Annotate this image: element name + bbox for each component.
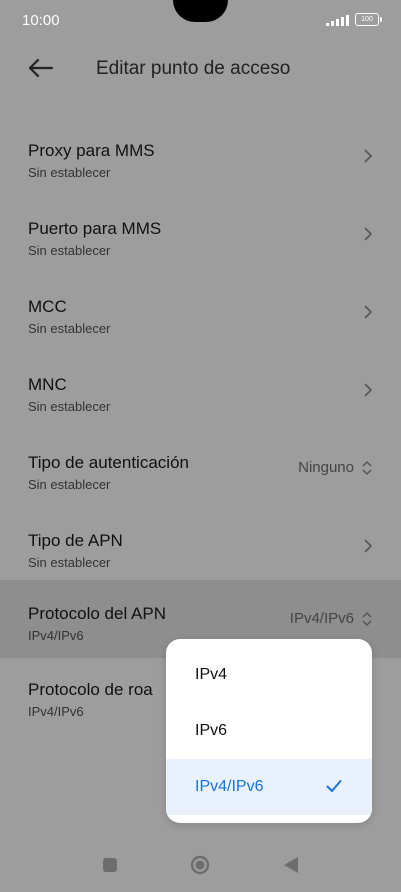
option-ipv6[interactable]: IPv6: [166, 703, 372, 759]
row-sub: IPv4/IPv6: [28, 704, 84, 719]
option-label: IPv6: [195, 722, 228, 739]
row-sub: Sin establecer: [28, 477, 111, 492]
circle-icon[interactable]: [190, 855, 210, 875]
arrow-left-icon[interactable]: [26, 54, 56, 82]
page-title: Editar punto de acceso: [96, 58, 291, 79]
check-icon: [326, 780, 342, 792]
chevron-up-down-icon: [362, 460, 372, 476]
row-label: Proxy para MMS: [28, 141, 155, 160]
status-bar: 10:00 100: [0, 0, 401, 40]
triangle-back-icon[interactable]: [283, 856, 299, 874]
row-label: Tipo de autenticación: [28, 453, 189, 472]
row-puerto-mms[interactable]: Puerto para MMS Sin establecer: [0, 195, 401, 273]
option-label: IPv4: [195, 666, 228, 683]
row-sub: Sin establecer: [28, 399, 111, 414]
signal-icon: [326, 14, 349, 26]
square-icon[interactable]: [103, 858, 117, 872]
row-mcc[interactable]: MCC Sin establecer: [0, 273, 401, 351]
screen: 10:00 100 Editar punto de acceso Proxy p…: [0, 0, 401, 892]
navigation-bar: [0, 840, 401, 892]
chevron-right-icon: [364, 227, 373, 241]
chevron-right-icon: [364, 305, 373, 319]
row-value: IPv4/IPv6: [289, 610, 354, 627]
option-ipv4[interactable]: IPv4: [166, 647, 372, 703]
chevron-right-icon: [364, 149, 373, 163]
row-sub: Sin establecer: [28, 321, 111, 336]
row-sub: IPv4/IPv6: [28, 628, 84, 643]
row-tipo-apn[interactable]: Tipo de APN Sin establecer: [0, 507, 401, 585]
row-label: Puerto para MMS: [28, 219, 162, 238]
status-icons: 100: [326, 13, 382, 26]
row-mnc[interactable]: MNC Sin establecer: [0, 351, 401, 429]
protocol-dropdown: IPv4 IPv6 IPv4/IPv6: [166, 639, 372, 823]
row-label: Tipo de APN: [28, 531, 123, 550]
row-tipo-autenticacion[interactable]: Tipo de autenticación Sin establecer Nin…: [0, 429, 401, 507]
option-label: IPv4/IPv6: [195, 778, 264, 795]
row-value: Ninguno: [298, 459, 354, 476]
chevron-up-down-icon: [362, 611, 372, 627]
row-label: MNC: [28, 375, 67, 394]
battery-level: 100: [361, 16, 373, 23]
row-sub: Sin establecer: [28, 555, 111, 570]
chevron-right-icon: [364, 383, 373, 397]
row-label: MCC: [28, 297, 67, 316]
row-label: Protocolo del APN: [28, 604, 166, 623]
chevron-right-icon: [364, 539, 373, 553]
row-sub: Sin establecer: [28, 243, 111, 258]
camera-notch: [173, 0, 228, 22]
status-time: 10:00: [22, 12, 60, 29]
row-proxy-mms[interactable]: Proxy para MMS Sin establecer: [0, 117, 401, 195]
option-ipv4-ipv6[interactable]: IPv4/IPv6: [166, 759, 372, 815]
row-label: Protocolo de roa: [28, 680, 153, 699]
app-header: Editar punto de acceso: [0, 44, 401, 92]
battery-icon: 100: [355, 13, 382, 26]
row-sub: Sin establecer: [28, 165, 111, 180]
